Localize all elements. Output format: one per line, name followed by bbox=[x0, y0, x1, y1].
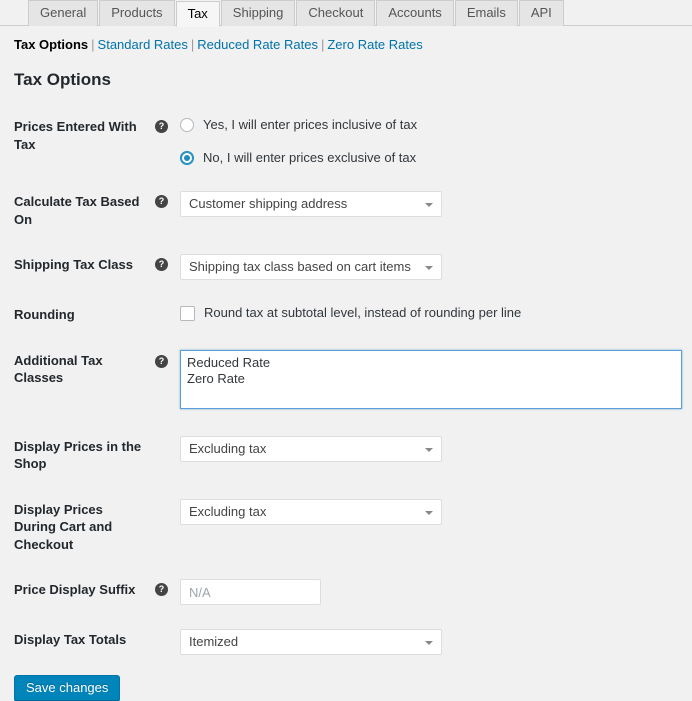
textarea-additional-tax-classes[interactable] bbox=[180, 349, 682, 409]
select-display-prices-shop[interactable]: Excluding tax bbox=[180, 435, 442, 462]
form-submit-area: Save changes bbox=[0, 667, 692, 701]
field-rounding: Round tax at subtotal level, instead of … bbox=[155, 292, 692, 338]
row-calculate-tax-based-on: Calculate Tax Based On ? Customer shippi… bbox=[0, 179, 692, 242]
row-rounding: Rounding Round tax at subtotal level, in… bbox=[0, 292, 692, 338]
row-display-prices-cart-checkout: Display Prices During Cart and Checkout … bbox=[0, 487, 692, 568]
label-rounding: Rounding bbox=[14, 307, 75, 323]
page-title: Tax Options bbox=[14, 70, 111, 89]
label-display-prices-shop: Display Prices in the Shop bbox=[14, 438, 142, 472]
chevron-down-icon bbox=[425, 203, 433, 207]
select-display-prices-cart-checkout-value: Excluding tax bbox=[189, 503, 267, 519]
help-icon[interactable]: ? bbox=[155, 354, 168, 368]
help-icon[interactable]: ? bbox=[155, 258, 168, 272]
label-shipping-tax-class: Shipping Tax Class bbox=[14, 257, 133, 273]
row-shipping-tax-class: Shipping Tax Class ? Shipping tax class … bbox=[0, 242, 692, 292]
field-prices-entered-with-tax: ? Yes, I will enter prices inclusive of … bbox=[155, 104, 692, 179]
help-icon[interactable]: ? bbox=[155, 120, 168, 133]
input-price-display-suffix[interactable] bbox=[180, 579, 321, 606]
select-display-prices-cart-checkout[interactable]: Excluding tax bbox=[180, 498, 442, 525]
field-price-display-suffix: ? bbox=[155, 567, 692, 617]
radio-inclusive-label[interactable]: Yes, I will enter prices inclusive of ta… bbox=[203, 116, 417, 134]
subnav-item-reduced-rate-rates[interactable]: Reduced Rate Rates bbox=[197, 37, 318, 52]
field-display-tax-totals: Itemized bbox=[155, 617, 692, 667]
select-display-tax-totals-value: Itemized bbox=[189, 634, 239, 650]
tab-api[interactable]: API bbox=[518, 0, 564, 26]
checkbox-rounding-label[interactable]: Round tax at subtotal level, instead of … bbox=[204, 304, 521, 322]
row-additional-tax-classes: Additional Tax Classes ? bbox=[0, 338, 692, 424]
checkbox-rounding-row[interactable]: Round tax at subtotal level, instead of … bbox=[180, 304, 682, 322]
row-price-display-suffix: Price Display Suffix ? bbox=[0, 567, 692, 617]
save-changes-button[interactable]: Save changes bbox=[14, 675, 121, 701]
subnav-separator-1: | bbox=[91, 37, 95, 52]
select-display-prices-shop-value: Excluding tax bbox=[189, 440, 267, 456]
chevron-down-icon bbox=[425, 447, 433, 452]
chevron-down-icon bbox=[425, 641, 433, 646]
field-display-prices-cart-checkout: Excluding tax bbox=[155, 487, 692, 568]
subnav-item-standard-rates[interactable]: Standard Rates bbox=[98, 37, 188, 52]
radio-option-exclusive[interactable]: No, I will enter prices exclusive of tax bbox=[180, 149, 682, 167]
select-display-tax-totals[interactable]: Itemized bbox=[180, 629, 442, 656]
help-icon[interactable]: ? bbox=[155, 583, 168, 597]
row-prices-entered-with-tax: Prices Entered With Tax ? Yes, I will en… bbox=[0, 104, 692, 179]
label-additional-tax-classes: Additional Tax Classes bbox=[14, 352, 103, 386]
label-price-display-suffix: Price Display Suffix bbox=[14, 582, 136, 598]
tab-emails[interactable]: Emails bbox=[454, 0, 518, 26]
select-shipping-tax-class-value: Shipping tax class based on cart items bbox=[189, 259, 411, 275]
row-display-tax-totals: Display Tax Totals Itemized bbox=[0, 617, 692, 667]
help-icon[interactable]: ? bbox=[155, 195, 168, 208]
select-calculate-tax-based-on[interactable]: Customer shipping address bbox=[180, 191, 442, 217]
chevron-down-icon bbox=[425, 266, 433, 271]
settings-tab-bar: General Products Tax Shipping Checkout Accoun… bbox=[0, 0, 692, 27]
subnav-separator-2: | bbox=[190, 37, 195, 52]
tax-options-form: Prices Entered With Tax ? Yes, I will en… bbox=[0, 104, 692, 667]
subnav-item-tax-options[interactable]: Tax Options bbox=[14, 37, 88, 52]
radio-inclusive-icon[interactable] bbox=[180, 118, 194, 132]
radio-exclusive-label[interactable]: No, I will enter prices exclusive of tax bbox=[203, 149, 416, 167]
radio-option-inclusive[interactable]: Yes, I will enter prices inclusive of ta… bbox=[180, 116, 682, 134]
select-calculate-tax-based-on-value: Customer shipping address bbox=[189, 196, 348, 211]
tab-accounts[interactable]: Accounts bbox=[376, 0, 454, 26]
label-display-prices-cart-checkout: Display Prices During Cart and Checkout bbox=[14, 501, 113, 552]
radio-exclusive-icon[interactable] bbox=[180, 151, 194, 165]
tab-general[interactable]: General bbox=[28, 0, 99, 26]
chevron-down-icon bbox=[425, 510, 433, 515]
field-calculate-tax-based-on: ? Customer shipping address bbox=[155, 179, 692, 242]
row-display-prices-shop: Display Prices in the Shop Excluding tax bbox=[0, 424, 692, 487]
subnav-separator-3: | bbox=[320, 37, 325, 52]
label-calculate-tax-based-on: Calculate Tax Based On bbox=[14, 194, 140, 227]
tax-subnav: Tax Options | Standard Rates | Reduced Rate … bbox=[0, 26, 692, 62]
label-prices-entered-with-tax: Prices Entered With Tax bbox=[14, 119, 137, 152]
field-display-prices-shop: Excluding tax bbox=[155, 424, 692, 487]
tab-checkout[interactable]: Checkout bbox=[296, 0, 376, 26]
checkbox-rounding[interactable] bbox=[180, 305, 195, 321]
tab-tax[interactable]: Tax bbox=[175, 1, 220, 27]
subnav-item-zero-rate-rates[interactable]: Zero Rate Rates bbox=[327, 37, 422, 52]
field-shipping-tax-class: ? Shipping tax class based on cart items bbox=[155, 242, 692, 292]
tab-shipping[interactable]: Shipping bbox=[220, 0, 296, 26]
select-shipping-tax-class[interactable]: Shipping tax class based on cart items bbox=[180, 254, 442, 281]
tab-products[interactable]: Products bbox=[99, 0, 175, 26]
field-additional-tax-classes: ? bbox=[155, 338, 692, 424]
label-display-tax-totals: Display Tax Totals bbox=[14, 632, 127, 648]
